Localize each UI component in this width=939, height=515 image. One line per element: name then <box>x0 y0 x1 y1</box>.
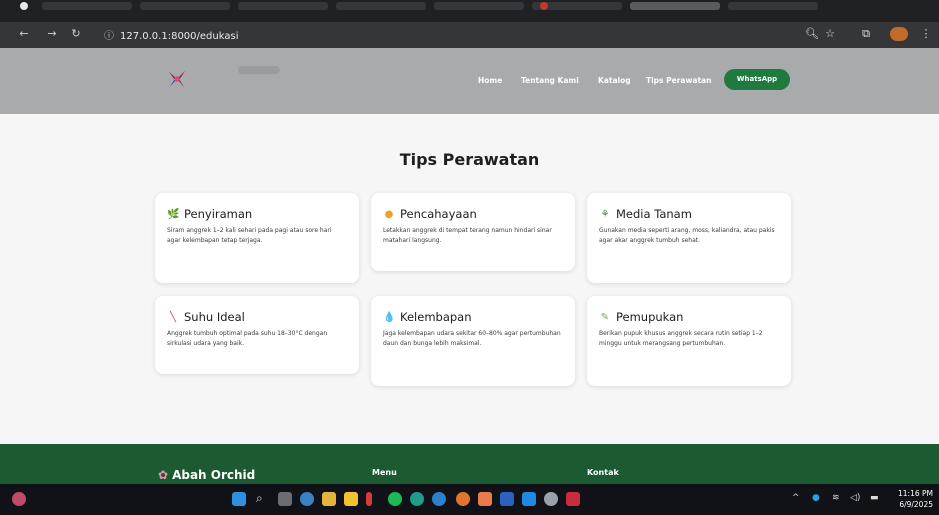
card-text: Letakkan anggrek di tempat terang namun … <box>383 227 552 244</box>
app-icon[interactable] <box>432 492 446 506</box>
browser-toolbar: ← → ↻ ⓘ 127.0.0.1:8000/edukasi 🔍︎ ☆ ⧉ ⋮ <box>0 22 939 48</box>
tip-card: ⚘ Media Tanam Gunakan media seperti aran… <box>587 193 791 283</box>
address-bar[interactable]: ⓘ 127.0.0.1:8000/edukasi <box>104 27 238 43</box>
vscode-icon[interactable] <box>522 492 536 506</box>
thermometer-icon: ╲ <box>169 311 177 323</box>
settings-gear-icon[interactable] <box>544 492 558 506</box>
blurred-element <box>238 66 280 74</box>
copilot-icon[interactable] <box>300 492 314 506</box>
card-title: Suhu Ideal <box>184 310 245 324</box>
search-icon[interactable]: ⌕ <box>256 491 263 506</box>
footer-brand: ✿ Abah Orchid <box>158 468 255 482</box>
card-text: Anggrek tumbuh optimal pada suhu 18–30°C… <box>167 330 328 347</box>
card-title: Pemupukan <box>616 310 684 324</box>
browser-tab[interactable] <box>238 2 328 10</box>
profile-avatar[interactable] <box>890 27 908 41</box>
browser-tab[interactable] <box>728 2 818 10</box>
nav-link-home[interactable]: Home <box>478 76 502 85</box>
nav-link-katalog[interactable]: Katalog <box>598 76 631 85</box>
url-text: 127.0.0.1:8000/edukasi <box>120 31 239 42</box>
spotify-icon[interactable] <box>388 492 402 506</box>
word-icon[interactable] <box>500 492 514 506</box>
browser-tab[interactable] <box>42 2 132 10</box>
plant-sprout-icon: 🌿 <box>167 208 180 220</box>
page-title: Tips Perawatan <box>399 150 540 169</box>
tab-favicon <box>540 2 548 10</box>
browser-tab[interactable] <box>336 2 426 10</box>
back-arrow-icon[interactable]: ← <box>16 27 32 40</box>
browser-tab-active[interactable] <box>630 2 720 10</box>
tip-card: 🌿 Penyiraman Siram anggrek 1–2 kali seha… <box>155 193 359 283</box>
os-taskbar: ⌕ ^ ● ≋ ◁) ▬ 11:16 PM 6/9/2025 <box>0 484 939 515</box>
droplet-icon: 💧 <box>383 311 396 323</box>
zoom-icon[interactable]: 🔍︎ <box>804 27 820 40</box>
site-footer: ✿ Abah Orchid Menu Kontak <box>0 444 939 484</box>
chevron-up-icon[interactable]: ^ <box>792 493 800 503</box>
browser-tab[interactable] <box>140 2 230 10</box>
tab-favicon <box>20 2 28 10</box>
seedling-icon: ⚘ <box>600 208 610 220</box>
reload-icon[interactable]: ↻ <box>68 27 84 40</box>
whatsapp-button[interactable]: WhatsApp <box>724 69 790 90</box>
card-title: Media Tanam <box>616 207 692 221</box>
main-content: Tips Perawatan 🌿 Penyiraman Siram anggre… <box>0 114 939 444</box>
nav-link-tentang-kami[interactable]: Tentang Kami <box>521 76 579 85</box>
app-icon[interactable] <box>322 492 336 506</box>
clock-time: 11:16 PM <box>898 489 933 498</box>
tip-card: ✎ Pemupukan Berikan pupuk khusus anggrek… <box>587 296 791 386</box>
extensions-icon[interactable]: ⧉ <box>858 27 874 41</box>
system-clock[interactable]: 11:16 PM 6/9/2025 <box>898 488 933 510</box>
footer-contact-heading: Kontak <box>587 468 619 477</box>
nav-link-tips-perawatan[interactable]: Tips Perawatan <box>646 76 711 85</box>
browser-tab-strip <box>0 0 939 22</box>
more-menu-icon[interactable]: ⋮ <box>918 27 934 40</box>
app-icon[interactable] <box>478 492 492 506</box>
card-title: Kelembapan <box>400 310 472 324</box>
app-icon[interactable] <box>566 492 580 506</box>
site-navbar: Home Tentang Kami Katalog Tips Perawatan… <box>0 48 939 114</box>
card-text: Gunakan media seperti arang, moss, kalia… <box>599 227 775 244</box>
task-view-icon[interactable] <box>278 492 292 506</box>
card-text: Jaga kelembapan udara sekitar 60–80% aga… <box>383 330 561 347</box>
app-icon[interactable] <box>366 492 372 506</box>
tip-card: ╲ Suhu Ideal Anggrek tumbuh optimal pada… <box>155 296 359 374</box>
flower-icon: ✿ <box>158 468 169 482</box>
battery-icon[interactable]: ▬ <box>870 493 879 503</box>
orchid-logo-icon[interactable] <box>166 68 188 90</box>
file-explorer-icon[interactable] <box>344 492 358 506</box>
chrome-icon[interactable] <box>456 492 470 506</box>
volume-icon[interactable]: ◁) <box>850 493 860 503</box>
footer-menu-heading: Menu <box>372 468 397 477</box>
onedrive-icon[interactable]: ● <box>812 493 820 503</box>
site-info-icon[interactable]: ⓘ <box>104 27 114 42</box>
footer-brand-name: Abah Orchid <box>172 468 256 482</box>
bookmark-star-icon[interactable]: ☆ <box>822 27 838 40</box>
widgets-icon[interactable] <box>12 492 26 506</box>
forward-arrow-icon[interactable]: → <box>44 27 60 40</box>
browser-tab[interactable] <box>434 2 524 10</box>
card-text: Siram anggrek 1–2 kali sehari pada pagi … <box>167 227 332 244</box>
tip-card: 💧 Kelembapan Jaga kelembapan udara sekit… <box>371 296 575 386</box>
edge-icon[interactable] <box>410 492 424 506</box>
card-title: Pencahayaan <box>400 207 477 221</box>
sun-icon: ● <box>384 208 394 220</box>
tip-card: ● Pencahayaan Letakkan anggrek di tempat… <box>371 193 575 271</box>
fertilizer-icon: ✎ <box>600 311 610 323</box>
clock-date: 6/9/2025 <box>899 500 933 509</box>
wifi-icon[interactable]: ≋ <box>832 493 840 503</box>
card-text: Berikan pupuk khusus anggrek secara ruti… <box>599 330 763 347</box>
card-title: Penyiraman <box>184 207 253 221</box>
windows-start-icon[interactable] <box>232 492 246 506</box>
